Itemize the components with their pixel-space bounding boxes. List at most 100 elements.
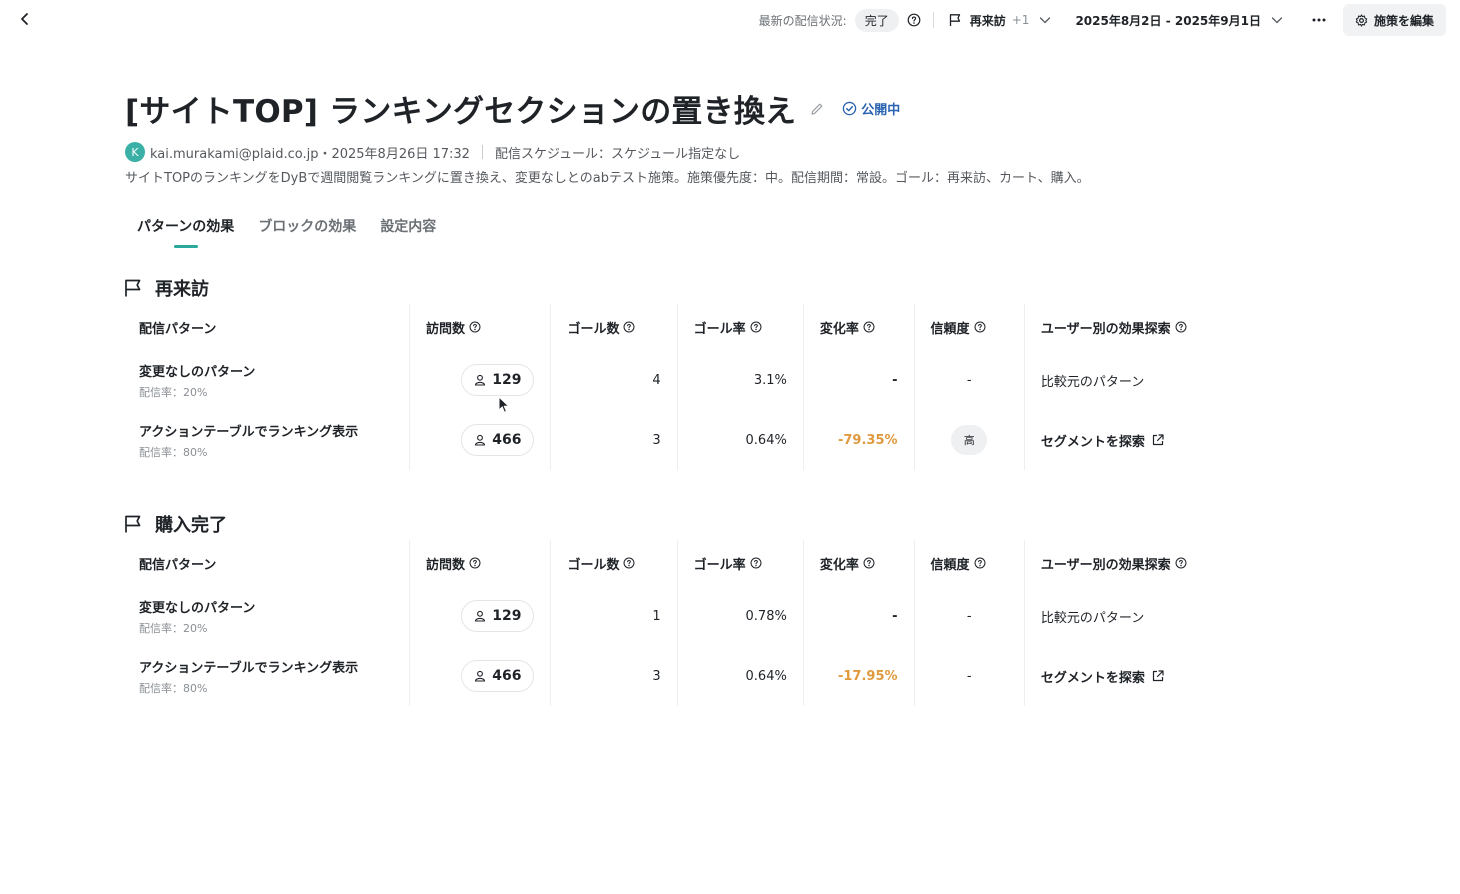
explore-cell: セグメントを探索	[1023, 646, 1223, 706]
column-header-goals: ゴール数	[550, 540, 678, 586]
pattern-name: 変更なしのパターン	[139, 364, 256, 380]
confidence-cell: 高	[913, 410, 1025, 470]
flag-icon	[125, 515, 141, 533]
section-title: 再来訪	[123, 276, 1223, 300]
user-icon	[475, 610, 486, 622]
column-header-visits: 訪問数	[408, 304, 551, 350]
date-range-label: 2025年8月2日 - 2025年9月1日	[1075, 13, 1261, 28]
confidence-cell: -	[913, 350, 1025, 410]
tab-settings[interactable]: 設定内容	[368, 216, 448, 248]
visits-button[interactable]: 466	[461, 660, 535, 692]
help-icon[interactable]	[907, 13, 921, 27]
back-button[interactable]	[14, 8, 36, 30]
tab-pattern-effect[interactable]: パターンの効果	[125, 216, 246, 248]
explore-segment-link[interactable]: セグメントを探索	[1041, 431, 1165, 450]
metrics-table: 配信パターン 訪問数 ゴール数 ゴール率 変化率 信頼度 ユーザー別の効果探索 …	[123, 304, 1223, 470]
change-rate-cell: -17.95%	[802, 646, 915, 706]
visits-count: 466	[492, 668, 522, 684]
section-title-label: 再来訪	[155, 279, 209, 300]
gear-icon	[1355, 13, 1368, 27]
goals-cell: 1	[550, 586, 678, 646]
campaign-description: サイトTOPのランキングをDyBで週間閲覧ランキングに置き換え、変更なしとのab…	[125, 171, 1090, 186]
confidence-cell: -	[913, 586, 1025, 646]
more-horizontal-icon	[1312, 18, 1326, 22]
visits-button[interactable]: 129	[461, 600, 535, 632]
divider	[481, 145, 483, 159]
pattern-name: 変更なしのパターン	[139, 600, 256, 616]
pencil-icon	[811, 103, 823, 115]
help-icon[interactable]	[1175, 557, 1187, 569]
explore-segment-link[interactable]: セグメントを探索	[1041, 667, 1165, 686]
pattern-cell: 変更なしのパターン 配信率：20%	[123, 586, 410, 646]
help-icon[interactable]	[469, 321, 481, 333]
change-rate-cell: -79.35%	[802, 410, 915, 470]
help-icon[interactable]	[974, 557, 986, 569]
column-header-explore: ユーザー別の効果探索	[1023, 540, 1223, 586]
edit-campaign-button[interactable]: 施策を編集	[1342, 4, 1446, 36]
goals-cell: 3	[550, 646, 678, 706]
status-badge-label: 公開中	[861, 103, 901, 118]
goal-rate-cell: 0.64%	[676, 410, 804, 470]
visits-cell: 129	[408, 350, 551, 410]
goal-rate-cell: 0.64%	[676, 646, 804, 706]
help-icon[interactable]	[974, 321, 986, 333]
column-header-change-rate: 変化率	[802, 304, 915, 350]
column-header-confidence: 信頼度	[913, 540, 1025, 586]
date-range-selector[interactable]: 2025年8月2日 - 2025年9月1日	[1075, 12, 1283, 29]
visits-button[interactable]: 466	[461, 424, 535, 456]
explore-segment-label: セグメントを探索	[1040, 670, 1145, 686]
help-icon[interactable]	[623, 321, 635, 333]
external-link-icon	[1152, 434, 1164, 446]
avatar: K	[125, 142, 145, 162]
chevron-down-icon	[1040, 17, 1051, 24]
chevron-left-icon	[21, 13, 28, 25]
pattern-cell: 変更なしのパターン 配信率：20%	[123, 350, 410, 410]
help-icon[interactable]	[469, 557, 481, 569]
help-icon[interactable]	[623, 557, 635, 569]
column-header-visits: 訪問数	[408, 540, 551, 586]
more-options-button[interactable]	[1309, 10, 1329, 30]
help-icon[interactable]	[863, 321, 875, 333]
tab-block-effect[interactable]: ブロックの効果	[246, 216, 368, 248]
visits-cell: 466	[408, 410, 551, 470]
flag-icon	[949, 14, 960, 26]
visits-count: 129	[492, 372, 522, 388]
pattern-cell: アクションテーブルでランキング表示 配信率：80%	[123, 646, 410, 706]
help-icon[interactable]	[750, 321, 762, 333]
goal-selector[interactable]: 再来訪 +1	[948, 12, 1052, 29]
chevron-down-icon	[1271, 17, 1283, 24]
column-header-goals: ゴール数	[550, 304, 678, 350]
goals-cell: 4	[550, 350, 678, 410]
column-header-change-rate: 変化率	[802, 540, 915, 586]
table-header-row: 配信パターン 訪問数 ゴール数 ゴール率 変化率 信頼度 ユーザー別の効果探索	[123, 304, 1223, 350]
help-icon[interactable]	[863, 557, 875, 569]
user-icon	[475, 670, 486, 682]
goal-rate-cell: 0.78%	[676, 586, 804, 646]
change-rate-cell: -	[802, 586, 915, 646]
change-rate-cell: -	[802, 350, 915, 410]
title-row: [サイトTOP] ランキングセクションの置き換え 公開中	[125, 86, 900, 131]
edit-title-button[interactable]	[810, 102, 824, 116]
visits-cell: 129	[408, 586, 551, 646]
goal-section-purchase: 購入完了 配信パターン 訪問数 ゴール数 ゴール率 変化率 信頼度 ユーザー別の…	[123, 512, 1223, 706]
page-title: [サイトTOP] ランキングセクションの置き換え	[125, 94, 797, 130]
pattern-name: アクションテーブルでランキング表示	[139, 424, 359, 440]
external-link-icon	[1152, 670, 1164, 682]
help-icon[interactable]	[1175, 321, 1187, 333]
goals-cell: 3	[550, 410, 678, 470]
delivery-status-label: 最新の配信状況:	[758, 13, 847, 28]
pattern-rate: 配信率：80%	[139, 681, 208, 695]
explore-segment-label: セグメントを探索	[1040, 434, 1145, 450]
user-icon	[475, 374, 486, 386]
help-icon[interactable]	[750, 557, 762, 569]
delivery-schedule: 配信スケジュール：スケジュール指定なし	[494, 146, 741, 162]
visits-button[interactable]: 129	[461, 364, 535, 396]
explore-cell: セグメントを探索	[1023, 410, 1223, 470]
tab-bar: パターンの効果 ブロックの効果 設定内容	[125, 216, 448, 248]
delivery-status-chip: 完了	[854, 8, 899, 32]
metrics-table: 配信パターン 訪問数 ゴール数 ゴール率 変化率 信頼度 ユーザー別の効果探索 …	[123, 540, 1223, 706]
column-header-pattern: 配信パターン	[139, 557, 217, 573]
pattern-rate: 配信率：20%	[139, 385, 208, 399]
check-circle-icon	[842, 101, 857, 116]
flag-icon	[125, 279, 141, 297]
